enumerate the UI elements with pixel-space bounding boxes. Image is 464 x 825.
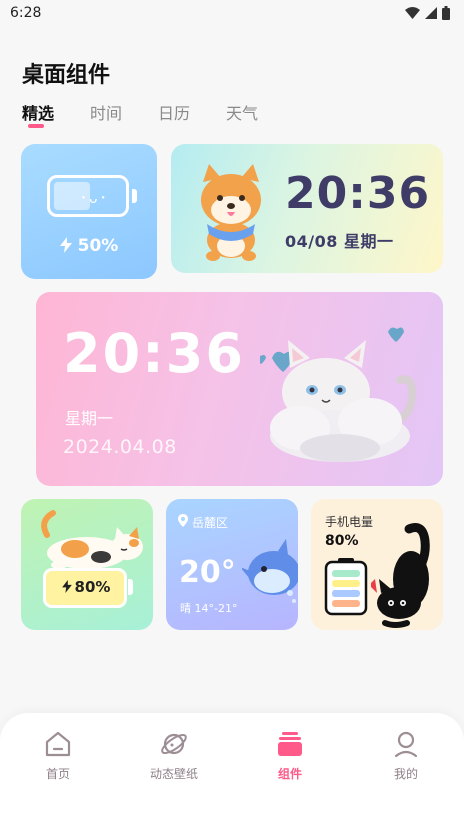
- tab-time[interactable]: 时间: [90, 100, 122, 124]
- battery-tip: [132, 189, 137, 203]
- bottom-navigation: 首页 动态壁纸 组件 我的: [0, 713, 464, 825]
- category-tabs: 精选 时间 日历 天气: [22, 100, 294, 124]
- nav-widgets-label: 组件: [277, 767, 302, 781]
- phone-battery-widget-card[interactable]: 手机电量 80%: [311, 499, 443, 630]
- battery-percent: 50%: [21, 236, 157, 256]
- lightning-icon: [59, 237, 72, 253]
- tab-indicator: [28, 124, 44, 128]
- battery-status-icon: [442, 6, 450, 20]
- widget-stack-icon: [232, 729, 348, 759]
- nav-home-label: 首页: [45, 767, 70, 781]
- status-time: 6:28: [10, 5, 42, 21]
- battery-percent-text: 50%: [77, 236, 119, 256]
- big-clock-widget-card[interactable]: 20:36 星期一 2024.04.08: [36, 292, 443, 486]
- black-cat-illustration: [371, 523, 430, 628]
- profile-icon: [348, 729, 464, 759]
- battery-widget-card[interactable]: ･ᴗ･ 50%: [21, 144, 157, 279]
- tab-calendar[interactable]: 日历: [158, 100, 190, 124]
- lightning-icon: [61, 580, 72, 593]
- nav-profile[interactable]: 我的: [348, 729, 464, 782]
- battery-face-icon: ･ᴗ･: [80, 191, 109, 207]
- clock-widget-card[interactable]: 20:36 04/08 星期一: [171, 144, 443, 273]
- weather-widget-card[interactable]: 岳麓区 20° 晴 14°-21°: [166, 499, 298, 630]
- dolphin-illustration: [242, 539, 298, 603]
- cat-battery-tip: [128, 579, 133, 595]
- weather-temperature: 20°: [179, 555, 236, 590]
- weather-range: 晴 14°-21°: [180, 602, 238, 615]
- phone-battery-label: 手机电量: [325, 515, 374, 529]
- phone-battery-percent: 80%: [325, 533, 359, 549]
- tab-weather[interactable]: 天气: [226, 100, 258, 124]
- cat-battery-percent: 80%: [44, 578, 128, 596]
- big-clock-weekday: 星期一: [65, 409, 114, 428]
- nav-profile-label: 我的: [393, 767, 418, 781]
- battery-shape: ･ᴗ･: [47, 175, 129, 217]
- status-bar: 6:28: [0, 0, 464, 28]
- calico-cat-illustration: [41, 510, 143, 569]
- nav-live-wallpaper-label: 动态壁纸: [149, 767, 198, 781]
- clock-date: 04/08 星期一: [285, 232, 394, 251]
- wifi-icon: [405, 7, 420, 19]
- signal-icon: [425, 7, 437, 19]
- clock-time: 20:36: [285, 168, 431, 219]
- nav-widgets[interactable]: 组件: [232, 729, 348, 782]
- big-clock-date: 2024.04.08: [63, 436, 177, 458]
- planet-icon: [116, 729, 232, 759]
- tab-featured[interactable]: 精选: [22, 100, 54, 124]
- home-icon: [0, 729, 116, 759]
- shiba-dog-illustration: [201, 164, 261, 261]
- status-icons: [405, 6, 450, 20]
- battery-level-bars-icon: [324, 558, 368, 616]
- weather-location: 岳麓区: [192, 516, 229, 530]
- cat-battery-percent-text: 80%: [74, 578, 111, 596]
- page-title: 桌面组件: [22, 63, 111, 88]
- big-clock-time: 20:36: [63, 322, 245, 385]
- location-pin-icon: [178, 514, 188, 527]
- nav-home[interactable]: 首页: [0, 729, 116, 782]
- white-cat-on-cloud-illustration: [260, 327, 417, 462]
- nav-live-wallpaper[interactable]: 动态壁纸: [116, 729, 232, 782]
- cat-battery-widget-card[interactable]: 80%: [21, 499, 153, 630]
